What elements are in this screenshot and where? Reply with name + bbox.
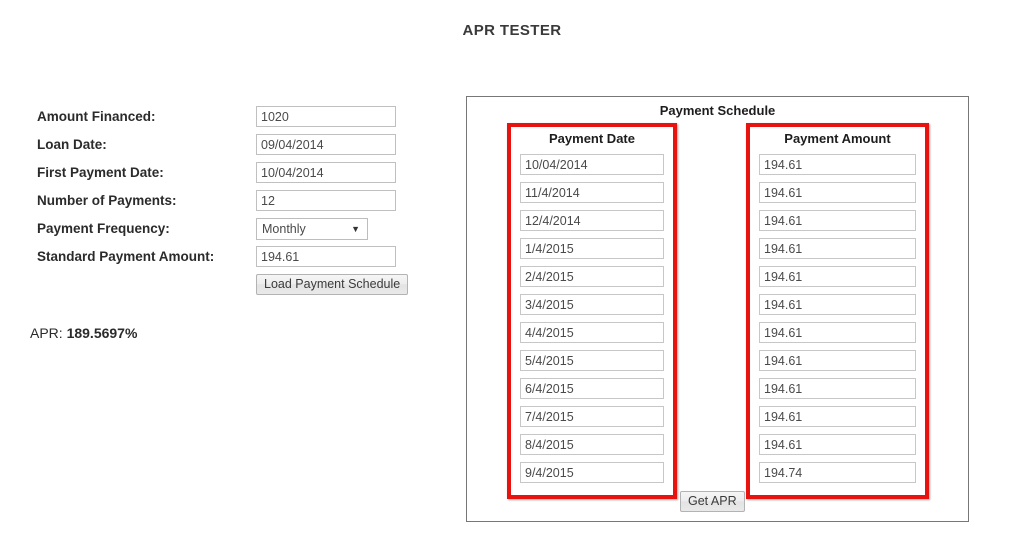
loan-input-form: Amount Financed: Loan Date: First Paymen… xyxy=(37,106,417,274)
payment-amount-input-7[interactable] xyxy=(759,322,916,343)
payment-schedule-title: Payment Schedule xyxy=(659,103,776,118)
form-row-payment-frequency: Payment Frequency: Monthly ▼ xyxy=(37,218,417,246)
label-payment-frequency: Payment Frequency: xyxy=(37,221,170,236)
payment-amount-input-8[interactable] xyxy=(759,350,916,371)
payment-date-input-3[interactable] xyxy=(520,210,664,231)
payment-amount-input-2[interactable] xyxy=(759,182,916,203)
payment-date-input-9[interactable] xyxy=(520,378,664,399)
payment-date-input-1[interactable] xyxy=(520,154,664,175)
form-row-standard-payment-amount: Standard Payment Amount: xyxy=(37,246,417,274)
get-apr-button-wrap: Get APR xyxy=(680,491,745,512)
payment-date-input-6[interactable] xyxy=(520,294,664,315)
payment-date-input-4[interactable] xyxy=(520,238,664,259)
payment-date-list xyxy=(511,154,673,490)
payment-amount-input-5[interactable] xyxy=(759,266,916,287)
payment-date-input-2[interactable] xyxy=(520,182,664,203)
label-standard-payment-amount: Standard Payment Amount: xyxy=(37,249,215,264)
number-of-payments-input[interactable] xyxy=(256,190,396,211)
label-amount-financed: Amount Financed: xyxy=(37,109,156,124)
payment-date-input-10[interactable] xyxy=(520,406,664,427)
label-loan-date: Loan Date: xyxy=(37,137,107,152)
payment-amount-input-4[interactable] xyxy=(759,238,916,259)
payment-amount-input-10[interactable] xyxy=(759,406,916,427)
payment-date-column-header: Payment Date xyxy=(549,131,635,146)
apr-result-value: 189.5697% xyxy=(66,325,138,341)
page-title: APR TESTER xyxy=(462,22,562,39)
apr-result-label: APR: xyxy=(30,325,63,341)
payment-date-input-5[interactable] xyxy=(520,266,664,287)
load-payment-schedule-button[interactable]: Load Payment Schedule xyxy=(256,274,409,295)
form-row-number-of-payments: Number of Payments: xyxy=(37,190,417,218)
label-number-of-payments: Number of Payments: xyxy=(37,193,177,208)
first-payment-date-input[interactable] xyxy=(256,162,396,183)
payment-amount-input-3[interactable] xyxy=(759,210,916,231)
payment-frequency-select[interactable]: Monthly ▼ xyxy=(256,218,368,240)
form-row-first-payment-date: First Payment Date: xyxy=(37,162,417,190)
chevron-down-icon: ▼ xyxy=(351,224,360,234)
payment-frequency-selected-value: Monthly xyxy=(262,222,306,236)
loan-date-input[interactable] xyxy=(256,134,396,155)
payment-amount-input-6[interactable] xyxy=(759,294,916,315)
payment-date-input-8[interactable] xyxy=(520,350,664,371)
payment-amount-input-11[interactable] xyxy=(759,434,916,455)
form-row-amount-financed: Amount Financed: xyxy=(37,106,417,134)
load-payment-schedule-button-wrap: Load Payment Schedule xyxy=(256,274,409,295)
payment-amount-input-1[interactable] xyxy=(759,154,916,175)
apr-result: APR: 189.5697% xyxy=(30,325,137,341)
payment-amount-input-9[interactable] xyxy=(759,378,916,399)
payment-date-input-12[interactable] xyxy=(520,462,664,483)
payment-date-column: Payment Date xyxy=(507,123,677,499)
get-apr-button[interactable]: Get APR xyxy=(680,491,745,512)
payment-amount-input-12[interactable] xyxy=(759,462,916,483)
form-row-loan-date: Loan Date: xyxy=(37,134,417,162)
payment-amount-list xyxy=(750,154,925,490)
payment-date-input-11[interactable] xyxy=(520,434,664,455)
amount-financed-input[interactable] xyxy=(256,106,396,127)
payment-amount-column: Payment Amount xyxy=(746,123,929,499)
label-first-payment-date: First Payment Date: xyxy=(37,165,164,180)
standard-payment-amount-input[interactable] xyxy=(256,246,396,267)
payment-schedule-panel: Payment Schedule Payment Date Payment Am… xyxy=(466,96,969,522)
payment-date-input-7[interactable] xyxy=(520,322,664,343)
payment-amount-column-header: Payment Amount xyxy=(784,131,891,146)
